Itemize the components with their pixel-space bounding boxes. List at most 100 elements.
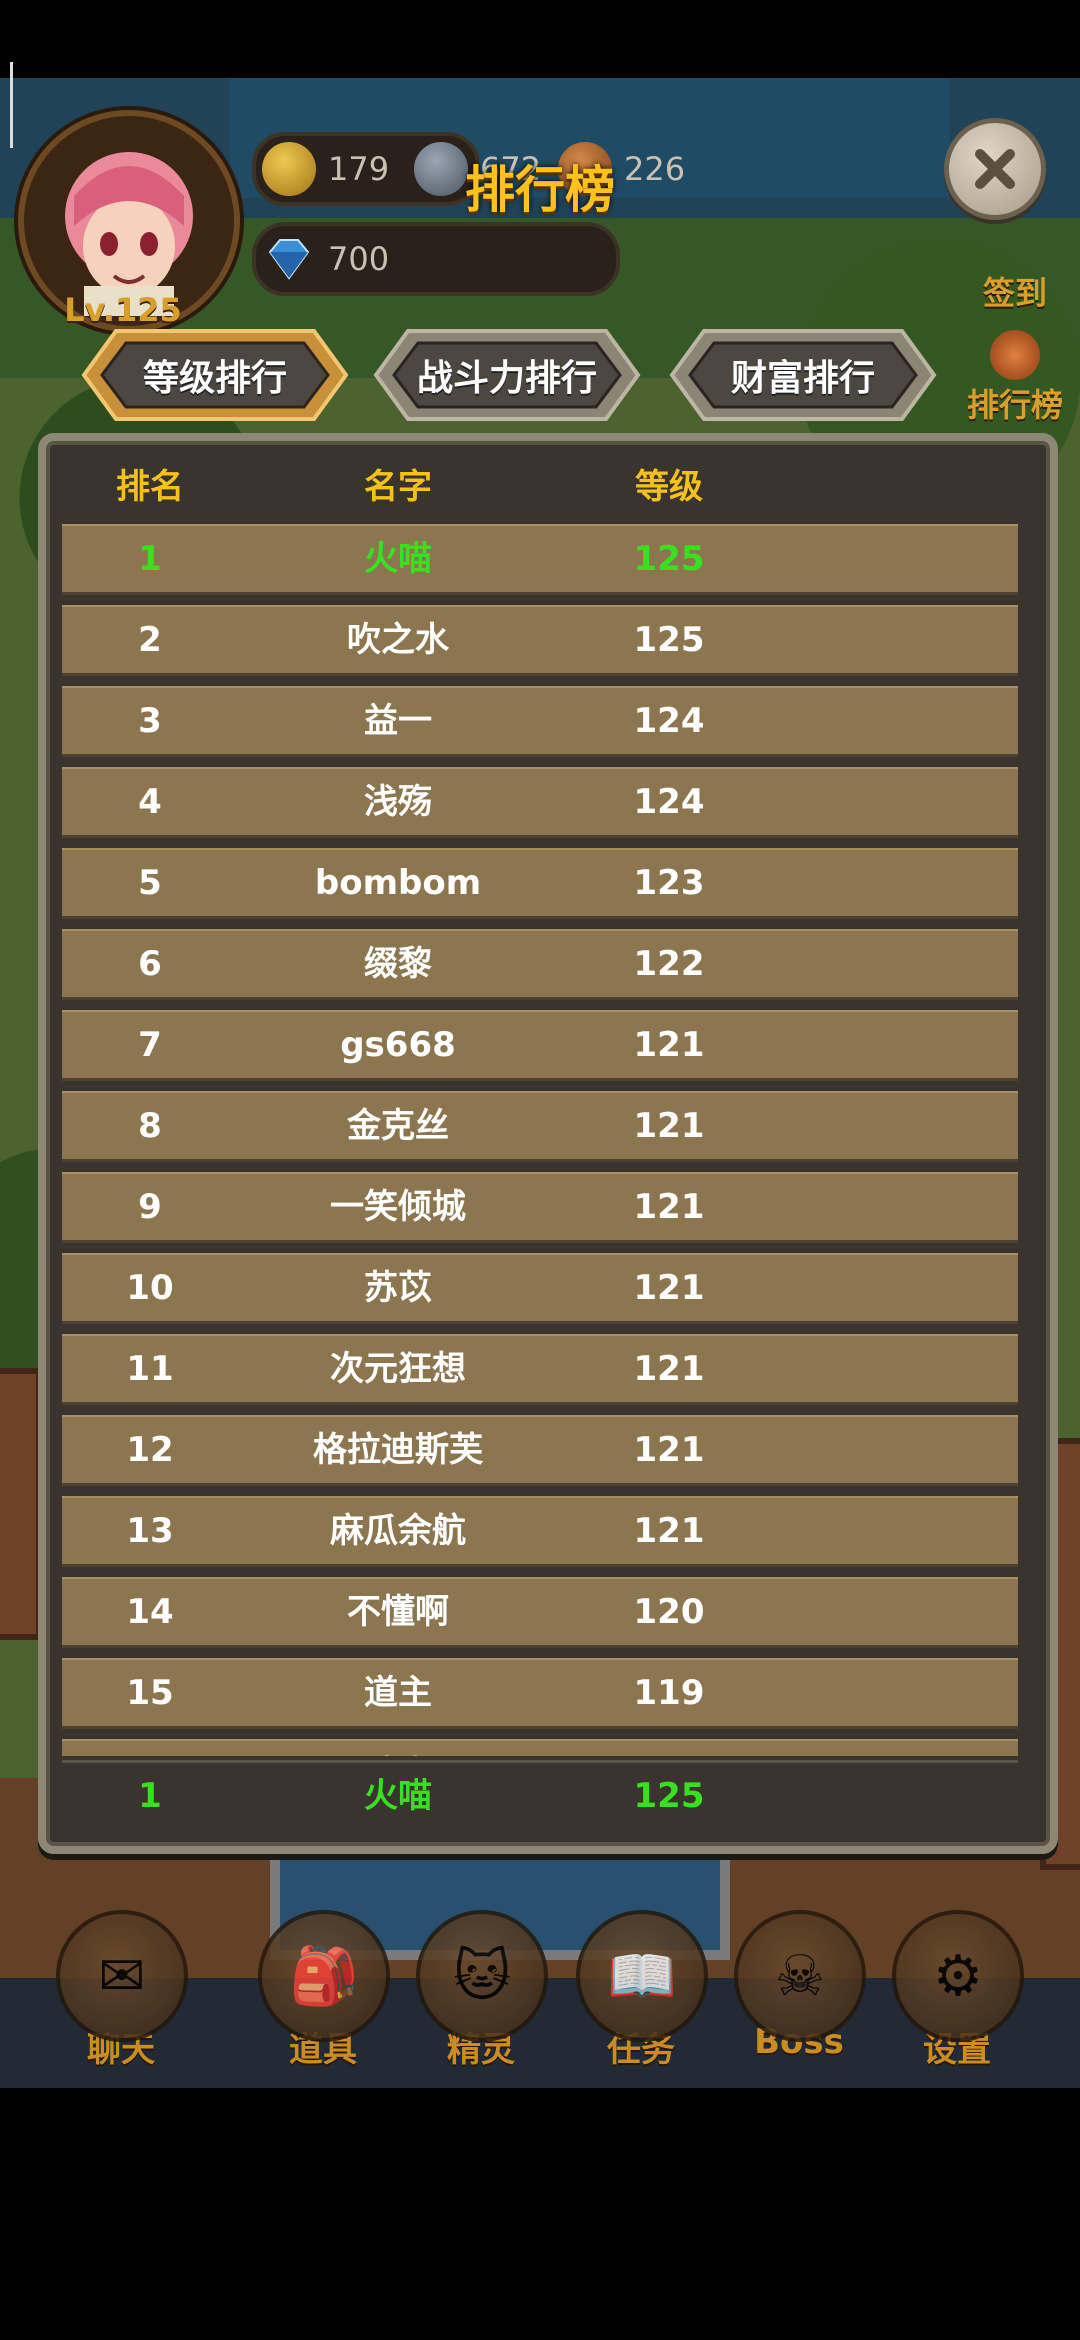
- leaderboard-row[interactable]: 9 一笑倾城 121: [62, 1172, 1018, 1243]
- chat-icon: ✉: [56, 1910, 188, 2042]
- row-name: 浅殇: [364, 782, 432, 822]
- leaderboard-row[interactable]: 1 火喵 125: [62, 524, 1018, 595]
- menu-chat-button[interactable]: ✉ 聊天: [56, 1910, 188, 2080]
- my-rank: 1: [138, 1776, 162, 1816]
- tab-wealth-ranking[interactable]: 财富排行: [668, 327, 938, 423]
- row-rank: 5: [138, 863, 162, 903]
- my-rank-row: 1 火喵 125: [62, 1760, 1018, 1829]
- signin-button[interactable]: 签到: [950, 268, 1080, 314]
- tab-wealth-label: 财富排行: [730, 358, 875, 399]
- row-rank: 16: [62, 1741, 238, 1756]
- row-level: 121: [633, 1511, 705, 1551]
- row-rank: 15: [126, 1673, 174, 1713]
- row-name: 麻瓜余航: [330, 1511, 466, 1551]
- row-level: 122: [633, 944, 705, 984]
- leaderboard-row[interactable]: 15 道主 119: [62, 1658, 1018, 1729]
- leaderboard-row[interactable]: 4 浅殇 124: [62, 767, 1018, 838]
- leaderboard-row[interactable]: 14 不懂啊 120: [62, 1577, 1018, 1648]
- tab-level-label: 等级排行: [142, 358, 287, 399]
- bottom-black-area: [0, 2088, 1080, 2340]
- row-level: 121: [633, 1025, 705, 1065]
- leaderboard-row[interactable]: 11 次元狂想 121: [62, 1334, 1018, 1405]
- diamond-icon: [268, 239, 310, 280]
- ranking-side-label: 排行榜: [966, 386, 1063, 424]
- row-level: 124: [633, 782, 705, 822]
- tab-level-ranking[interactable]: 等级排行: [80, 327, 350, 423]
- tab-power-label: 战斗力排行: [416, 358, 597, 399]
- row-level: 121: [633, 1268, 705, 1308]
- my-name: 火喵: [364, 1776, 432, 1816]
- menu-settings-button[interactable]: ⚙ 设置: [892, 1910, 1024, 2080]
- menu-items-button[interactable]: 🎒 道具: [258, 1910, 390, 2080]
- header-level: 等级: [635, 467, 703, 507]
- row-rank: 2: [138, 620, 162, 660]
- row-name: 益一: [364, 701, 432, 741]
- gear-icon: ⚙: [892, 1910, 1024, 2042]
- row-rank: 12: [126, 1430, 174, 1470]
- backpack-icon: 🎒: [258, 1910, 390, 2042]
- row-rank: 9: [138, 1187, 162, 1227]
- row-name: 道主: [364, 1673, 432, 1713]
- row-name: 吹之水: [347, 620, 449, 660]
- row-rank: 11: [126, 1349, 174, 1389]
- row-name: 缀黎: [364, 944, 432, 984]
- row-name: 積木: [238, 1741, 558, 1756]
- menu-boss-button[interactable]: ☠ Boss: [734, 1910, 866, 2080]
- row-level: 121: [633, 1106, 705, 1146]
- leaderboard-row[interactable]: 3 益一 124: [62, 686, 1018, 757]
- row-level: 119: [633, 1673, 705, 1713]
- leaderboard-row[interactable]: 5 bombom 123: [62, 848, 1018, 919]
- row-rank: 8: [138, 1106, 162, 1146]
- resource-diamond: 700: [252, 222, 620, 296]
- row-level: 121: [633, 1187, 705, 1227]
- leaderboard-row[interactable]: 16 積木 119: [62, 1739, 1018, 1756]
- row-name: 火喵: [364, 539, 432, 579]
- row-name: 格拉迪斯芙: [313, 1430, 483, 1470]
- boss-skull-icon: ☠: [734, 1910, 866, 2042]
- leaderboard-row[interactable]: 8 金克丝 121: [62, 1091, 1018, 1162]
- status-tick-area: [0, 0, 1080, 148]
- row-name: 次元狂想: [330, 1349, 466, 1389]
- row-rank: 4: [138, 782, 162, 822]
- diamond-count: 700: [328, 240, 390, 278]
- ranking-medal-icon: [990, 330, 1040, 380]
- row-level: 121: [633, 1430, 705, 1470]
- row-rank: 7: [138, 1025, 162, 1065]
- signin-label: 签到: [982, 274, 1047, 312]
- row-name: 一笑倾城: [330, 1187, 466, 1227]
- header-rank: 排名: [116, 467, 184, 507]
- menu-quests-button[interactable]: 📖 任务: [576, 1910, 708, 2080]
- leaderboard-row[interactable]: 13 麻瓜余航 121: [62, 1496, 1018, 1567]
- row-rank: 6: [138, 944, 162, 984]
- close-button[interactable]: [944, 118, 1046, 220]
- ranking-side-button[interactable]: 排行榜: [950, 330, 1080, 426]
- row-name: 金克丝: [347, 1106, 449, 1146]
- menu-pets-button[interactable]: 🐱 精灵: [416, 1910, 548, 2080]
- leaderboard-row[interactable]: 6 缀黎 122: [62, 929, 1018, 1000]
- crown-icon: [262, 142, 316, 196]
- leaderboard-row[interactable]: 10 苏苡 121: [62, 1253, 1018, 1324]
- page-title: 排行榜: [465, 161, 615, 219]
- quest-book-icon: 📖: [576, 1910, 708, 2042]
- row-rank: 1: [138, 539, 162, 579]
- row-level: 121: [633, 1349, 705, 1389]
- close-icon: [975, 149, 1015, 189]
- row-level: 120: [633, 1592, 705, 1632]
- row-level: 123: [633, 863, 705, 903]
- my-level: 125: [633, 1776, 705, 1816]
- row-rank: 13: [126, 1511, 174, 1551]
- row-name: gs668: [340, 1025, 456, 1065]
- row-level: 125: [633, 620, 705, 660]
- leaderboard-list[interactable]: 1 火喵 125 2 吹之水 125 3 益一 124 4 浅殇 124 5 b…: [62, 524, 1018, 1756]
- row-name: bombom: [314, 863, 482, 903]
- row-name: 苏苡: [364, 1268, 432, 1308]
- row-rank: 10: [126, 1268, 174, 1308]
- cat-icon: 🐱: [416, 1910, 548, 2042]
- player-level: Lv.125: [64, 291, 182, 329]
- leaderboard-row[interactable]: 7 gs668 121: [62, 1010, 1018, 1081]
- header-name: 名字: [364, 467, 432, 507]
- tab-power-ranking[interactable]: 战斗力排行: [372, 327, 642, 423]
- leaderboard-row[interactable]: 2 吹之水 125: [62, 605, 1018, 676]
- leaderboard-row[interactable]: 12 格拉迪斯芙 121: [62, 1415, 1018, 1486]
- row-level: 124: [633, 701, 705, 741]
